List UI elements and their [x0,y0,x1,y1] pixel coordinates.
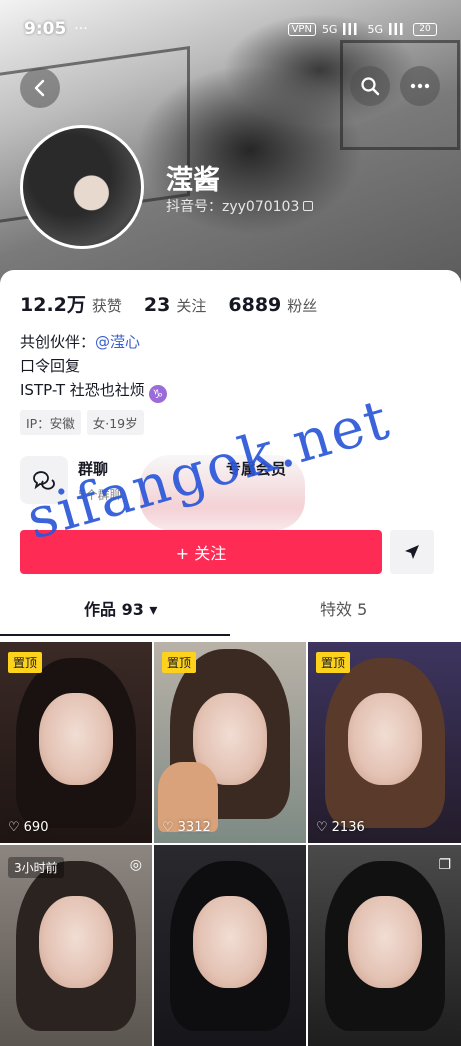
signal-icon [343,23,362,35]
message-button[interactable] [390,530,434,574]
video-tile[interactable]: 置顶 ♡ 690 [0,642,152,843]
video-tile[interactable]: 3小时前 ◎ [0,845,152,1046]
status-dots: ··· [74,21,88,37]
likes-count: ♡ 690 [8,820,48,835]
pinned-badge: 置顶 [162,652,197,673]
video-tile[interactable]: ❐ [308,845,461,1046]
back-button[interactable] [20,68,60,108]
tab-indicator [0,634,230,636]
status-bar: 9:05 ··· VPN 5G 5G 20 [0,14,461,44]
stat-likes[interactable]: 12.2万 获赞 [20,290,122,317]
vpn-badge: VPN [287,22,316,36]
more-button[interactable] [400,66,440,106]
status-indicators: VPN 5G 5G 20 [287,22,437,36]
signal-icon-2 [389,23,407,35]
stat-label: 粉丝 [287,297,318,315]
thumbnail-face [347,895,422,988]
thumbnail-face [193,895,267,988]
video-grid: 置顶 ♡ 690 置顶 ♡ 3312 置顶 ♡ 2136 3小时前 ◎ ❐ [0,642,461,1046]
group-chat-count: 5个群聊 [78,488,122,502]
stat-label: 关注 [176,297,207,315]
likes-value: 3312 [177,820,211,835]
chat-bubble-icon [33,471,55,490]
profile-banner: 9:05 ··· VPN 5G 5G 20 滢酱 抖音号：zyy070103 [0,0,461,300]
likes-value: 690 [23,820,49,835]
live-photo-icon: ◎ [129,857,142,873]
search-icon [361,77,380,96]
heart-icon: ♡ [8,820,20,835]
battery-icon: 20 [413,22,437,36]
thumbnail-face [39,895,113,988]
content-tabs: 作品 93 ▾ 特效 5 [0,596,461,636]
stat-value: 23 [143,294,171,316]
bio-line-3: ISTP-T 社恐也社烦 ♑ [20,378,167,403]
profile-stats: 12.2万 获赞 23 关注 6889 粉丝 [20,290,317,317]
video-tile[interactable]: 置顶 ♡ 2136 [308,642,461,843]
partner-link[interactable]: @滢心 [95,333,140,351]
stat-value: 12.2万 [20,294,86,316]
stat-following[interactable]: 23 关注 [144,294,206,316]
signal-label-2: 5G [367,22,383,36]
tab-works[interactable]: 作品 93 ▾ [84,596,157,620]
tab-effects[interactable]: 特效 5 [320,596,367,620]
likes-value: 2136 [331,820,365,835]
back-icon [34,79,45,97]
stat-followers[interactable]: 6889 粉丝 [228,294,317,316]
more-icon [410,83,430,89]
tag-gender-age: 女·19岁 [86,410,144,435]
gallery-icon: ❐ [438,857,451,873]
thumbnail-face [347,692,422,785]
tag-ip: IP：安徽 [20,410,81,435]
bio-line-partner: 共创伙伴：@滢心 [20,330,167,354]
stat-value: 6889 [228,294,282,316]
membership-title[interactable]: 专属会员 [226,458,286,479]
heart-icon: ♡ [162,820,174,835]
search-button[interactable] [350,66,390,106]
time-badge: 3小时前 [8,857,64,878]
copy-icon[interactable] [303,201,314,211]
thumbnail-face [39,692,113,785]
bio-line-2: 口令回复 [20,357,81,375]
pinned-badge: 置顶 [8,652,43,673]
profile-nickname: 滢酱 [166,165,220,196]
pinned-badge: 置顶 [316,652,351,673]
likes-count: ♡ 3312 [162,820,211,835]
bio-line-3-text: ISTP-T 社恐也社烦 [20,381,145,399]
douyin-id[interactable]: 抖音号：zyy070103 [166,196,314,216]
follow-button[interactable]: + 关注 [20,530,382,574]
group-chat-title[interactable]: 群聊 [78,458,108,479]
likes-count: ♡ 2136 [316,820,365,835]
capricorn-icon: ♑ [148,385,167,403]
video-tile[interactable]: 置顶 ♡ 3312 [154,642,306,843]
bio-partner-label: 共创伙伴： [20,333,96,351]
stat-label: 获赞 [91,297,122,315]
group-chat-button[interactable] [20,456,68,504]
profile-bio: 共创伙伴：@滢心 口令回复 ISTP-T 社恐也社烦 ♑ [20,330,167,403]
send-icon [405,545,419,559]
profile-tags: IP：安徽 女·19岁 [20,410,144,435]
douyin-id-text: 抖音号：zyy070103 [166,199,300,215]
heart-icon: ♡ [316,820,328,835]
avatar[interactable] [20,125,144,249]
signal-label-1: 5G [321,22,338,36]
status-time: 9:05 [24,19,67,39]
video-tile[interactable] [154,845,306,1046]
